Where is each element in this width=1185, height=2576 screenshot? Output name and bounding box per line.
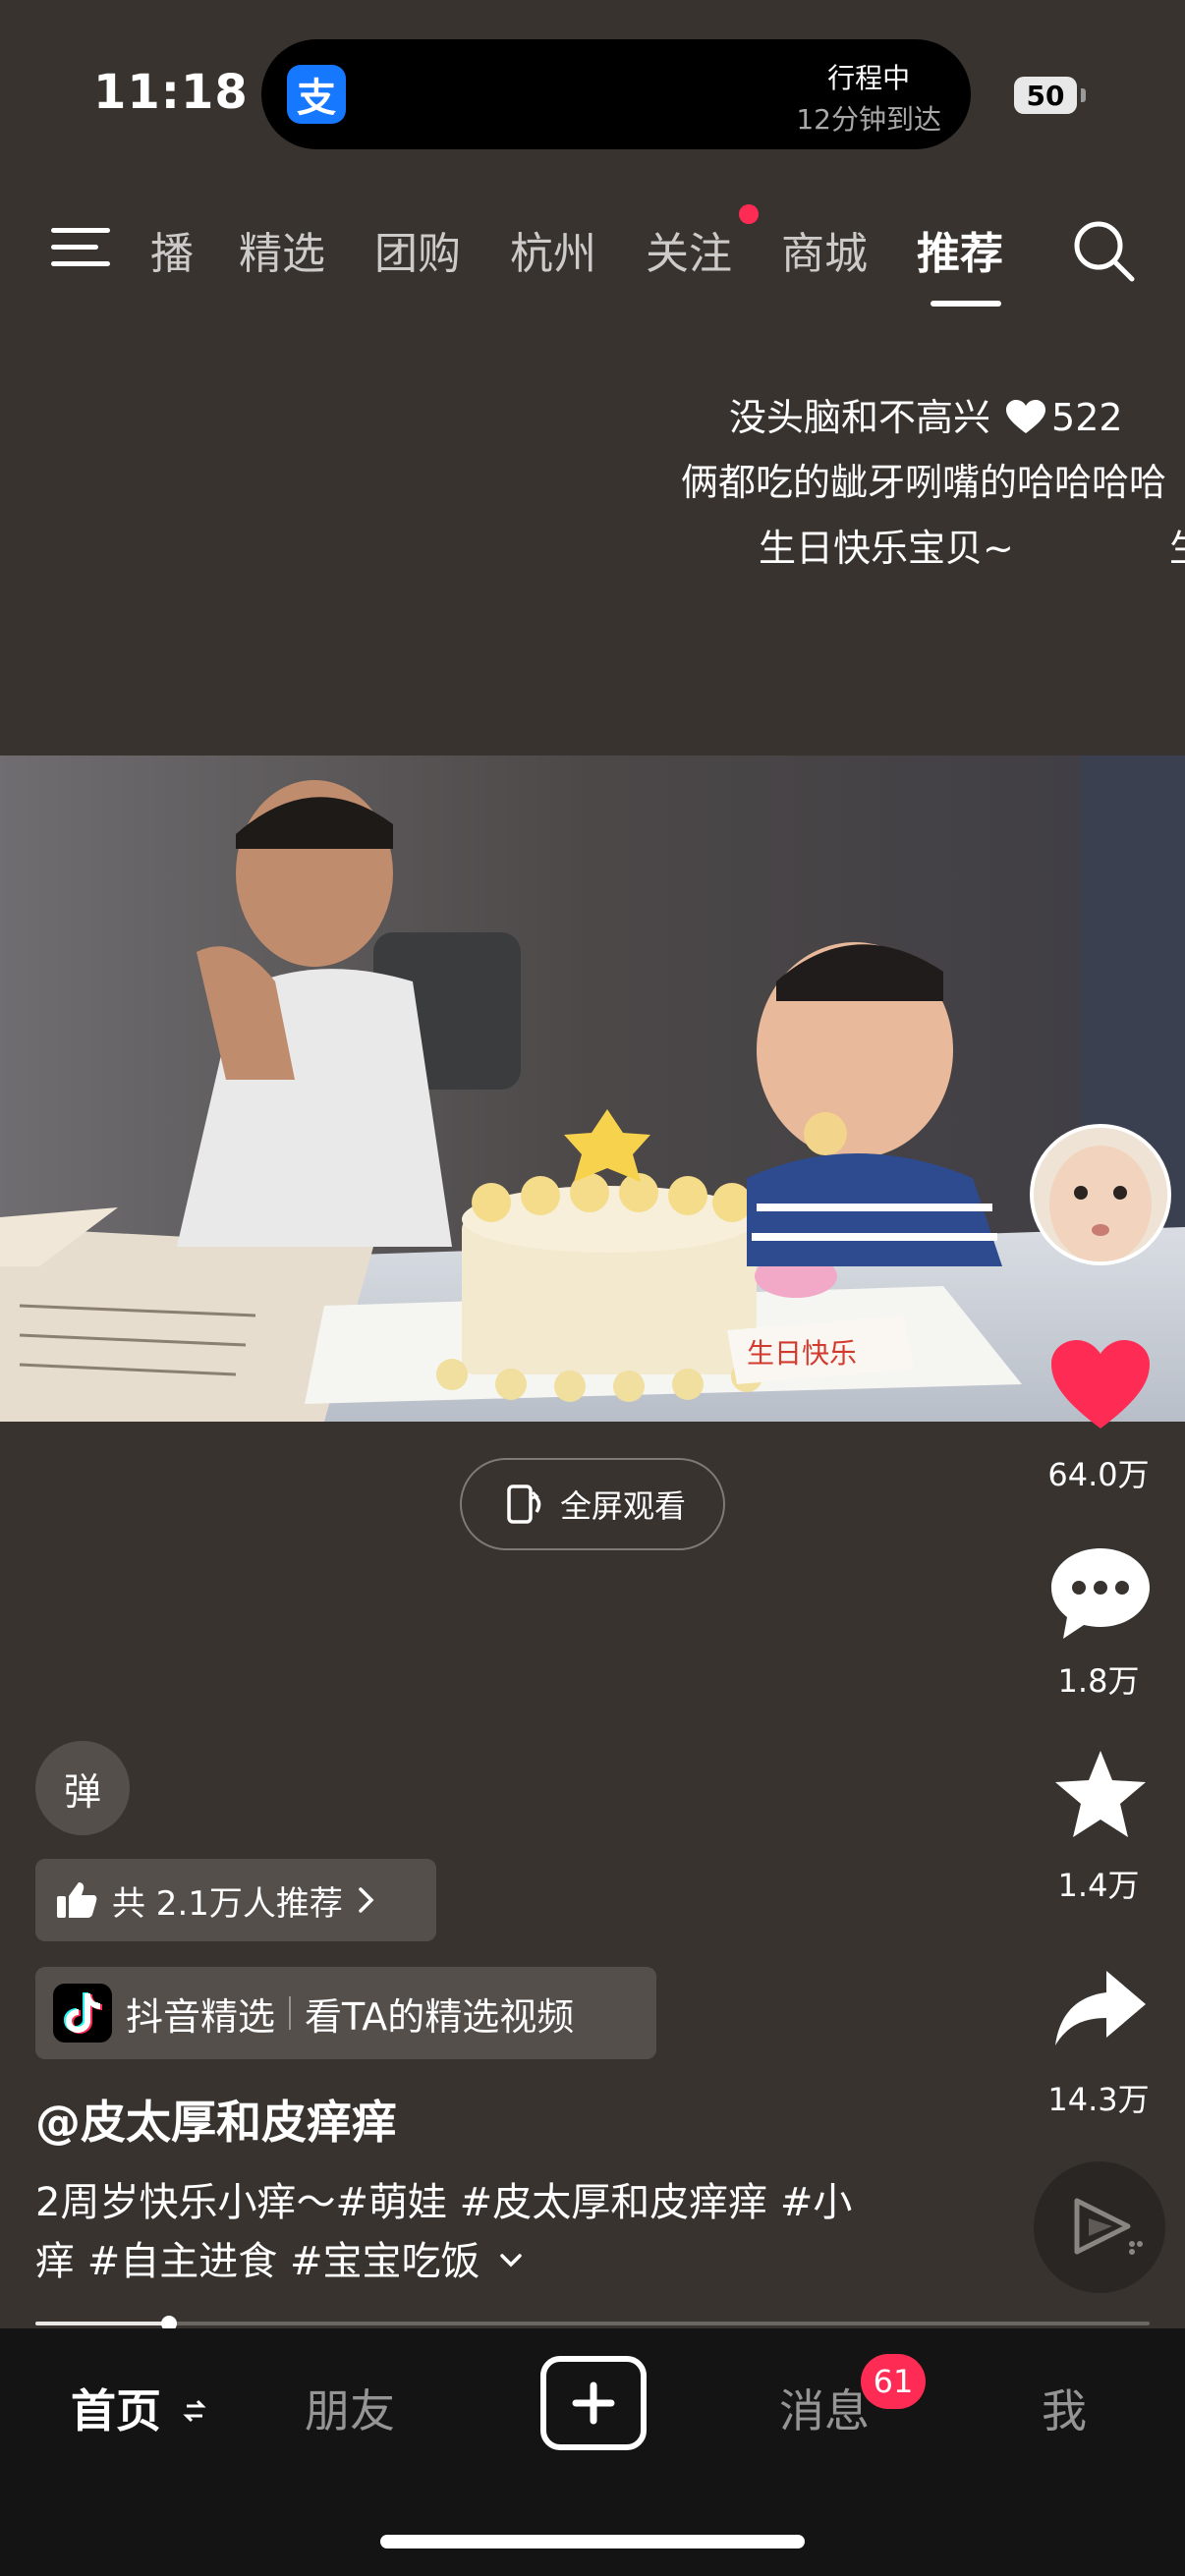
status-time: 11:18 — [93, 65, 249, 120]
danmaku-likes: 522 — [1051, 396, 1123, 439]
heart-icon — [1006, 400, 1046, 433]
comment-count: 1.8万 — [1057, 1662, 1140, 1700]
recommend-chip[interactable]: 共 2.1万人推荐 — [35, 1859, 436, 1941]
comment-icon[interactable] — [1049, 1546, 1152, 1641]
like-count: 64.0万 — [1047, 1456, 1150, 1493]
cake-sign-text: 生日快乐 — [747, 1337, 857, 1370]
dynamic-island[interactable]: 支 行程中 12分钟到达 — [261, 39, 971, 149]
share-icon[interactable] — [1049, 1961, 1152, 2055]
tab-messages[interactable]: 消息 — [779, 2376, 870, 2440]
menu-icon[interactable] — [51, 226, 110, 269]
music-note-icon — [1074, 2198, 1143, 2255]
author-name[interactable]: @皮太厚和皮痒痒 — [35, 2087, 397, 2152]
messages-badge: 61 — [861, 2354, 926, 2409]
video-player[interactable]: 生日快乐 — [0, 756, 1185, 1422]
fullscreen-label: 全屏观看 — [559, 1487, 686, 1525]
chip-divider — [289, 1996, 292, 2030]
tab-live[interactable]: 播 — [150, 218, 194, 281]
battery-tip — [1081, 88, 1086, 102]
description-line: 痒 #自主进食 #宝宝吃饭 — [35, 2239, 480, 2284]
douyin-logo-icon — [53, 1984, 112, 2043]
tab-featured[interactable]: 精选 — [239, 218, 325, 281]
tab-mall[interactable]: 商城 — [781, 218, 868, 281]
ride-status-eta: 12分钟到达 — [796, 103, 941, 136]
tab-following[interactable]: 关注 — [646, 218, 732, 281]
tab-home-label: 首页 — [71, 2384, 161, 2437]
danmaku-item: 俩都吃的龇牙咧嘴的哈哈哈哈 — [681, 461, 1167, 504]
description-line-2: 痒 #自主进食 #宝宝吃饭 — [35, 2232, 920, 2291]
danmaku-toggle-button[interactable]: 弹 — [35, 1741, 130, 1835]
search-icon[interactable] — [1071, 218, 1136, 283]
danmaku-text: 没头脑和不高兴 — [729, 396, 991, 439]
swap-icon — [183, 2399, 206, 2423]
home-indicator[interactable] — [380, 2535, 805, 2548]
ride-status: 行程中 12分钟到达 — [796, 57, 941, 138]
jingxuan-link[interactable]: 看TA的精选视频 — [305, 1987, 574, 2041]
tab-home[interactable]: 首页 — [71, 2376, 206, 2440]
thumbs-up-icon — [57, 1882, 97, 1918]
recommend-label: 共 2.1万人推荐 — [112, 1883, 343, 1924]
video-frame: 生日快乐 — [0, 756, 1185, 1422]
tab-recommend[interactable]: 推荐 — [917, 218, 1003, 281]
danmaku-item: 生 — [1169, 518, 1185, 572]
danmaku-item: 生日快乐宝贝~ — [759, 527, 1014, 570]
music-disc[interactable] — [1034, 2161, 1165, 2293]
jingxuan-label: 抖音精选 — [126, 1994, 276, 2039]
tab-hangzhou[interactable]: 杭州 — [510, 218, 596, 281]
avatar-image — [1034, 1128, 1167, 1261]
chevron-down-icon[interactable] — [498, 2251, 524, 2270]
favorite-star-icon[interactable] — [1049, 1747, 1152, 1841]
battery-icon: 50 — [1014, 77, 1077, 114]
create-post-button[interactable] — [540, 2356, 647, 2450]
progress-fill — [35, 2322, 170, 2325]
alipay-icon: 支 — [287, 65, 346, 124]
chevron-right-icon — [359, 1887, 374, 1913]
ride-status-title: 行程中 — [827, 62, 911, 94]
share-count: 14.3万 — [1047, 2081, 1150, 2118]
active-tab-underline — [931, 301, 1001, 307]
fullscreen-button[interactable]: 全屏观看 — [460, 1458, 725, 1550]
description-line: 2周岁快乐小痒～#萌娃 #皮太厚和皮痒痒 #小 — [35, 2180, 853, 2225]
like-heart-icon[interactable] — [1049, 1338, 1152, 1432]
tab-group-buy[interactable]: 团购 — [374, 218, 461, 281]
tab-friends[interactable]: 朋友 — [305, 2376, 395, 2440]
progress-track[interactable] — [35, 2322, 1150, 2325]
rotate-screen-icon — [507, 1484, 541, 1524]
following-notification-dot — [739, 204, 759, 224]
video-description[interactable]: 2周岁快乐小痒～#萌娃 #皮太厚和皮痒痒 #小 痒 #自主进食 #宝宝吃饭 — [35, 2173, 920, 2291]
author-avatar[interactable] — [1030, 1124, 1171, 1265]
plus-icon — [572, 2381, 615, 2425]
tab-me[interactable]: 我 — [1042, 2376, 1087, 2440]
douyin-jingxuan-chip[interactable]: 抖音精选 看TA的精选视频 — [35, 1967, 656, 2059]
favorite-count: 1.4万 — [1057, 1867, 1140, 1904]
danmaku-item: 没头脑和不高兴 522 — [729, 387, 1123, 441]
